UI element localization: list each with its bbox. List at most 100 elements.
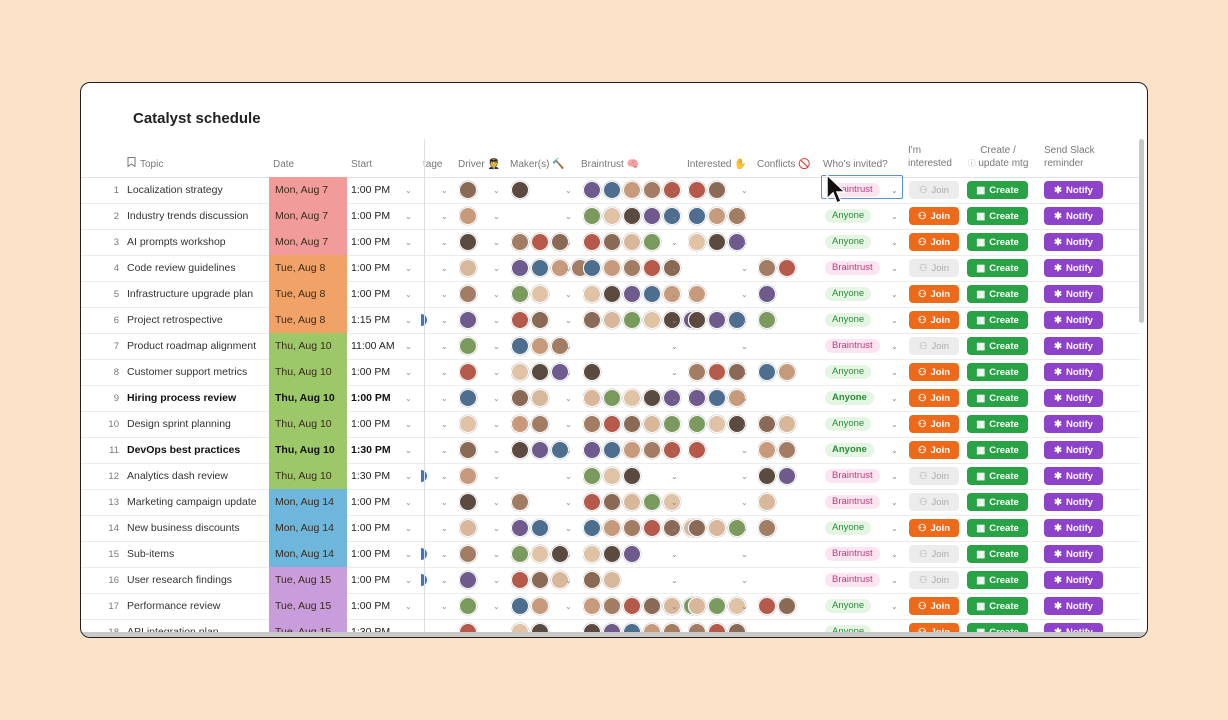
braintrust-cell[interactable] — [583, 541, 643, 567]
table-row[interactable]: 12 Analytics dash review Thu, Aug 10 1:3… — [81, 463, 1141, 490]
create-button[interactable]: ▦Create — [967, 311, 1028, 329]
notify-button[interactable]: ✱Notify — [1044, 597, 1103, 615]
vertical-scrollbar[interactable] — [1139, 139, 1144, 323]
interested-cell[interactable] — [688, 437, 708, 463]
braintrust-cell[interactable] — [583, 255, 683, 281]
invited-pill[interactable]: Anyone — [825, 443, 874, 457]
start-cell[interactable]: 1:00 PM — [351, 255, 407, 281]
conflicts-cell[interactable] — [758, 255, 798, 281]
makers-cell[interactable] — [511, 593, 551, 619]
join-button[interactable]: ⚇Join — [909, 207, 959, 225]
chevron-down-icon[interactable]: ⌄ — [671, 593, 678, 619]
driver-cell[interactable] — [459, 489, 479, 515]
date-cell[interactable]: Tue, Aug 15 — [269, 593, 347, 619]
chevron-down-icon[interactable]: ⌄ — [441, 463, 448, 489]
topic-cell[interactable]: User research findings — [127, 567, 267, 593]
notify-button[interactable]: ✱Notify — [1044, 259, 1103, 277]
chevron-down-icon[interactable]: ⌄ — [565, 359, 572, 385]
table-row[interactable]: 9 Hiring process review Thu, Aug 10 1:00… — [81, 385, 1141, 412]
notify-button[interactable]: ✱Notify — [1044, 493, 1103, 511]
makers-cell[interactable] — [511, 411, 551, 437]
chevron-down-icon[interactable]: ⌄ — [493, 541, 500, 567]
date-cell[interactable]: Thu, Aug 10 — [269, 463, 347, 489]
notify-button[interactable]: ✱Notify — [1044, 467, 1103, 485]
driver-cell[interactable] — [459, 359, 479, 385]
join-button[interactable]: ⚇Join — [909, 441, 959, 459]
chevron-down-icon[interactable]: ⌄ — [441, 541, 448, 567]
conflicts-cell[interactable] — [758, 437, 798, 463]
create-button[interactable]: ▦Create — [967, 545, 1028, 563]
chevron-down-icon[interactable]: ⌄ — [405, 229, 412, 255]
chevron-down-icon[interactable]: ⌄ — [441, 385, 448, 411]
create-button[interactable]: ▦Create — [967, 363, 1028, 381]
chevron-down-icon[interactable]: ⌄ — [441, 177, 448, 203]
chevron-down-icon[interactable]: ⌄ — [891, 333, 898, 359]
chevron-down-icon[interactable]: ⌄ — [493, 229, 500, 255]
date-cell[interactable]: Thu, Aug 10 — [269, 359, 347, 385]
date-cell[interactable]: Mon, Aug 14 — [269, 515, 347, 541]
braintrust-cell[interactable] — [583, 177, 683, 203]
join-button[interactable]: ⚇Join — [909, 467, 959, 485]
chevron-down-icon[interactable]: ⌄ — [891, 203, 898, 229]
invited-pill[interactable]: Braintrust — [825, 469, 880, 483]
create-button[interactable]: ▦Create — [967, 181, 1028, 199]
chevron-down-icon[interactable]: ⌄ — [741, 229, 748, 255]
chevron-down-icon[interactable]: ⌄ — [671, 333, 678, 359]
join-button[interactable]: ⚇Join — [909, 545, 959, 563]
notify-button[interactable]: ✱Notify — [1044, 519, 1103, 537]
invited-pill[interactable]: Anyone — [825, 313, 872, 327]
topic-cell[interactable]: DevOps best practices — [127, 437, 267, 463]
interested-cell[interactable] — [688, 593, 748, 619]
chevron-down-icon[interactable]: ⌄ — [441, 203, 448, 229]
table-row[interactable]: 16 User research findings Tue, Aug 15 1:… — [81, 567, 1141, 594]
chevron-down-icon[interactable]: ⌄ — [493, 385, 500, 411]
topic-cell[interactable]: New business discounts — [127, 515, 267, 541]
start-cell[interactable]: 1:00 PM — [351, 177, 407, 203]
create-button[interactable]: ▦Create — [967, 467, 1028, 485]
table-row[interactable]: 15 Sub-items Mon, Aug 14 1:00 PM ⌄ ⌄ ⌄ ⌄… — [81, 541, 1141, 568]
conflicts-cell[interactable] — [758, 593, 798, 619]
join-button[interactable]: ⚇Join — [909, 285, 959, 303]
chevron-down-icon[interactable]: ⌄ — [671, 515, 678, 541]
chevron-down-icon[interactable]: ⌄ — [441, 333, 448, 359]
notify-button[interactable]: ✱Notify — [1044, 545, 1103, 563]
topic-cell[interactable]: Code review guidelines — [127, 255, 267, 281]
chevron-down-icon[interactable]: ⌄ — [441, 359, 448, 385]
col-interested[interactable]: Interested ✋ — [687, 158, 747, 171]
horizontal-scrollbar[interactable] — [81, 632, 1147, 637]
driver-cell[interactable] — [459, 437, 479, 463]
chevron-down-icon[interactable]: ⌄ — [405, 411, 412, 437]
chevron-down-icon[interactable]: ⌄ — [565, 177, 572, 203]
chevron-down-icon[interactable]: ⌄ — [891, 593, 898, 619]
conflicts-cell[interactable] — [758, 281, 778, 307]
topic-cell[interactable]: AI prompts workshop — [127, 229, 267, 255]
chevron-down-icon[interactable]: ⌄ — [671, 255, 678, 281]
makers-cell[interactable] — [511, 567, 571, 593]
chevron-down-icon[interactable]: ⌄ — [891, 437, 898, 463]
join-button[interactable]: ⚇Join — [909, 337, 959, 355]
invited-pill[interactable]: Anyone — [825, 599, 872, 613]
join-button[interactable]: ⚇Join — [909, 571, 959, 589]
chevron-down-icon[interactable]: ⌄ — [565, 489, 572, 515]
start-cell[interactable]: 1:00 PM — [351, 489, 407, 515]
join-button[interactable]: ⚇Join — [909, 493, 959, 511]
chevron-down-icon[interactable]: ⌄ — [741, 541, 748, 567]
chevron-down-icon[interactable]: ⌄ — [405, 567, 412, 593]
chevron-down-icon[interactable]: ⌄ — [493, 567, 500, 593]
interested-cell[interactable] — [688, 385, 748, 411]
col-driver[interactable]: Driver 🧑‍✈️ — [458, 158, 500, 171]
col-braintrust[interactable]: Braintrust 🧠 — [581, 158, 639, 171]
invited-pill[interactable]: Braintrust — [825, 495, 880, 509]
chevron-down-icon[interactable]: ⌄ — [493, 593, 500, 619]
conflicts-cell[interactable] — [758, 359, 798, 385]
makers-cell[interactable] — [511, 541, 571, 567]
start-cell[interactable]: 1:00 PM — [351, 541, 407, 567]
interested-cell[interactable] — [688, 307, 748, 333]
chevron-down-icon[interactable]: ⌄ — [405, 385, 412, 411]
col-conflicts[interactable]: Conflicts 🚫 — [757, 158, 811, 171]
chevron-down-icon[interactable]: ⌄ — [405, 333, 412, 359]
driver-cell[interactable] — [459, 463, 479, 489]
start-cell[interactable]: 1:00 PM — [351, 411, 407, 437]
date-cell[interactable]: Tue, Aug 8 — [269, 307, 347, 333]
braintrust-cell[interactable] — [583, 437, 683, 463]
